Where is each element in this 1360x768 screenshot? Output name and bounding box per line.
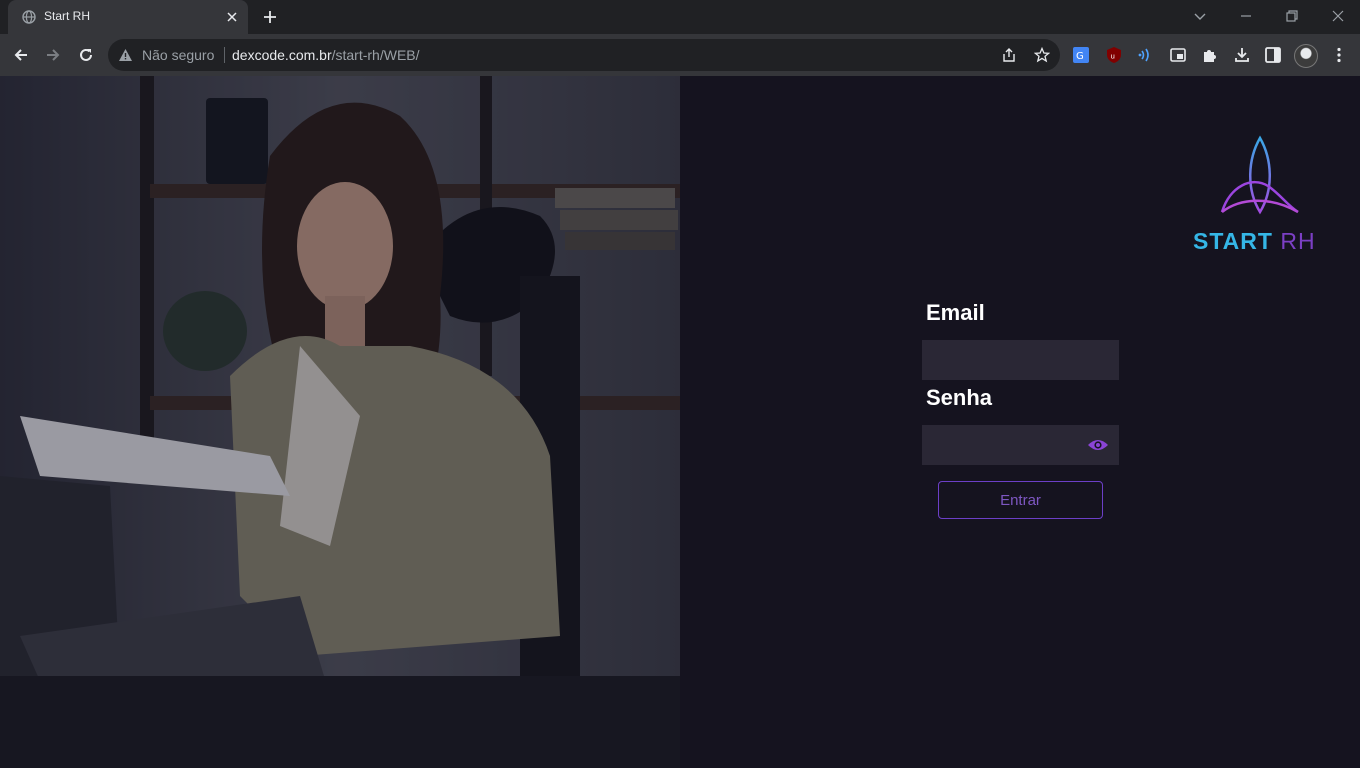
new-tab-icon[interactable]	[262, 9, 278, 25]
url-host: dexcode.com.br	[232, 47, 332, 63]
sidepanel-icon[interactable]	[1264, 46, 1282, 64]
restore-icon[interactable]	[1284, 8, 1300, 24]
url-path: /start-rh/WEB/	[331, 47, 420, 63]
media-icon[interactable]	[1169, 46, 1187, 64]
office-woman-illustration	[0, 76, 680, 768]
menu-icon[interactable]	[1330, 46, 1348, 64]
logo-text-rh: RH	[1280, 228, 1316, 254]
ublock-icon[interactable]: u	[1105, 46, 1123, 64]
eye-icon[interactable]	[1087, 437, 1109, 453]
globe-icon	[22, 10, 36, 24]
star-icon[interactable]	[1034, 47, 1050, 63]
url-text[interactable]: dexcode.com.br/start-rh/WEB/	[232, 47, 420, 63]
close-icon[interactable]	[226, 11, 238, 23]
address-bar[interactable]: Não seguro dexcode.com.br/start-rh/WEB/	[108, 39, 1060, 71]
login-button[interactable]: Entrar	[938, 481, 1103, 519]
logo-text: START RH	[1193, 228, 1316, 255]
svg-text:G: G	[1076, 51, 1084, 62]
share-icon[interactable]	[1001, 47, 1017, 63]
back-icon[interactable]	[12, 46, 30, 64]
translate-icon[interactable]: G	[1072, 46, 1090, 64]
page-content: START RH Email Senha Entrar	[0, 76, 1360, 768]
logo-text-start: START	[1193, 228, 1273, 254]
login-panel: START RH Email Senha Entrar	[680, 76, 1360, 768]
tab-strip: Start RH	[0, 0, 1360, 34]
browser-tab[interactable]: Start RH	[8, 0, 248, 34]
forward-icon[interactable]	[44, 46, 62, 64]
minimize-icon[interactable]	[1238, 8, 1254, 24]
reload-icon[interactable]	[77, 46, 95, 64]
wave-icon[interactable]	[1137, 46, 1155, 64]
hero-image	[0, 76, 680, 768]
svg-text:u: u	[1111, 53, 1115, 61]
omnibox-divider	[224, 47, 225, 63]
email-field[interactable]	[922, 340, 1119, 380]
browser-toolbar: Não seguro dexcode.com.br/start-rh/WEB/ …	[0, 34, 1360, 76]
tab-search-icon[interactable]	[1192, 8, 1208, 24]
puzzle-icon[interactable]	[1201, 46, 1219, 64]
start-rh-logo: START RH	[1190, 134, 1330, 254]
password-label: Senha	[926, 385, 993, 410]
tab-title: Start RH	[44, 9, 91, 23]
close-window-icon[interactable]	[1330, 8, 1346, 24]
download-icon[interactable]	[1233, 46, 1251, 64]
security-label[interactable]: Não seguro	[142, 47, 214, 63]
avatar[interactable]	[1294, 44, 1318, 68]
logo-mark-icon	[1220, 135, 1299, 215]
warning-icon[interactable]	[118, 48, 133, 62]
email-label: Email	[926, 300, 985, 325]
